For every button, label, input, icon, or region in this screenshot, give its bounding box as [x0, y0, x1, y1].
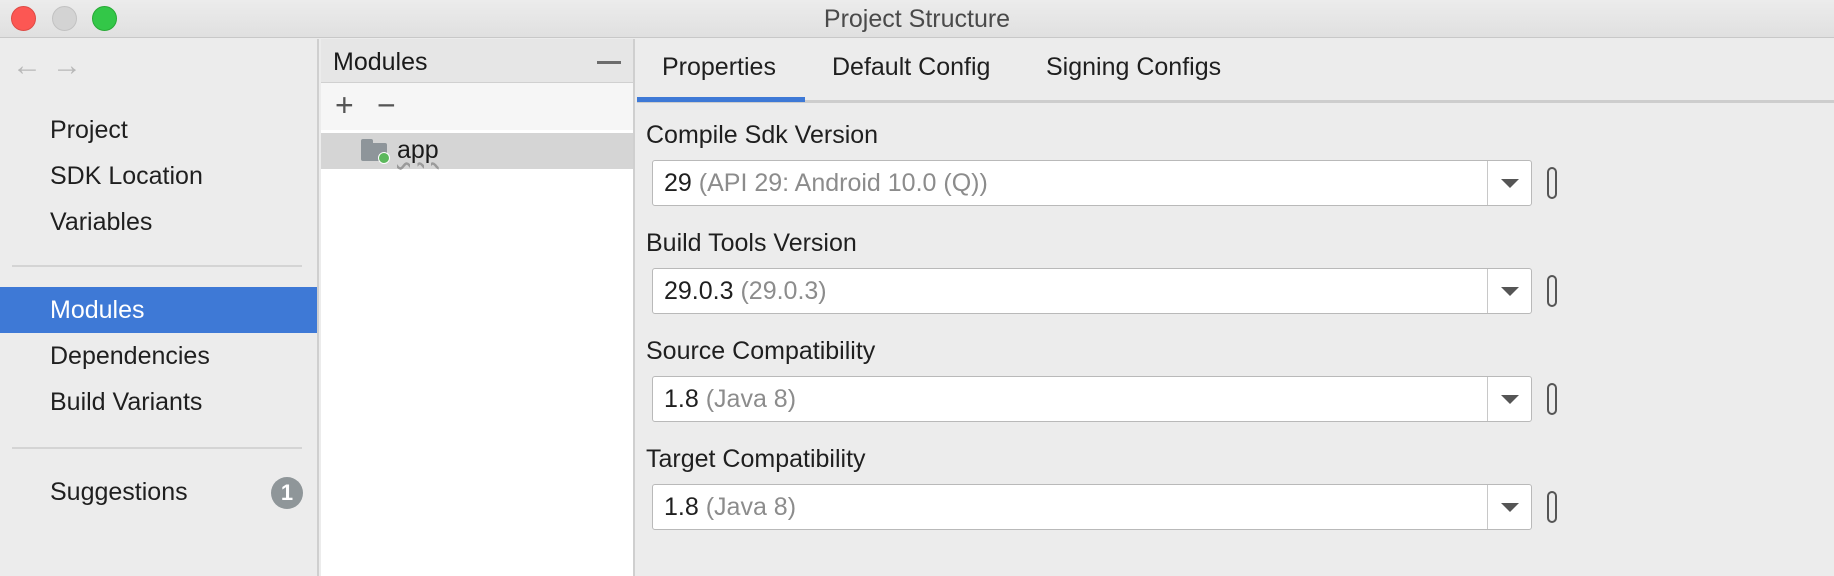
- sidebar-item-variables[interactable]: Variables: [0, 199, 317, 245]
- combo-value: 1.8: [664, 385, 699, 413]
- build-tools-version-combo[interactable]: 29.0.3 (29.0.3): [652, 268, 1532, 314]
- sidebar-item-modules[interactable]: Modules: [0, 287, 317, 333]
- modules-toolbar: + −: [321, 83, 633, 130]
- target-compatibility-combo[interactable]: 1.8 (Java 8): [652, 484, 1532, 530]
- variable-link-icon[interactable]: [1547, 167, 1557, 199]
- sidebar-divider: [12, 447, 302, 449]
- sidebar-item-sdk-location[interactable]: SDK Location: [0, 153, 317, 199]
- tab-default-config[interactable]: Default Config: [832, 53, 990, 82]
- remove-module-button[interactable]: −: [377, 89, 396, 121]
- chevron-down-icon[interactable]: [1487, 377, 1531, 421]
- properties-pane: Properties Default Config Signing Config…: [637, 39, 1834, 576]
- target-compatibility-label: Target Compatibility: [646, 445, 866, 473]
- add-module-button[interactable]: +: [335, 89, 354, 121]
- sidebar-item-label: Suggestions: [50, 478, 188, 506]
- modules-panel: Modules + − app: [321, 39, 635, 576]
- sidebar-item-dependencies[interactable]: Dependencies: [0, 333, 317, 379]
- chevron-down-icon[interactable]: [1487, 269, 1531, 313]
- sidebar-divider: [12, 265, 302, 267]
- nav-arrows: ← →: [12, 49, 92, 83]
- title-bar: Project Structure: [0, 0, 1834, 38]
- modules-header: Modules: [321, 39, 633, 83]
- source-compatibility-combo[interactable]: 1.8 (Java 8): [652, 376, 1532, 422]
- combo-hint: (Java 8): [705, 385, 797, 413]
- active-tab-indicator: [637, 97, 805, 102]
- build-tools-version-label: Build Tools Version: [646, 229, 857, 257]
- collapse-panel-icon[interactable]: [597, 61, 621, 64]
- variable-link-icon[interactable]: [1547, 383, 1557, 415]
- chevron-down-icon[interactable]: [1487, 485, 1531, 529]
- module-name: app: [397, 136, 439, 164]
- variable-link-icon[interactable]: [1547, 275, 1557, 307]
- combo-value: 29: [664, 169, 692, 197]
- tab-signing-configs[interactable]: Signing Configs: [1046, 53, 1221, 82]
- suggestions-count-badge: 1: [271, 477, 303, 509]
- compile-sdk-version-label: Compile Sdk Version: [646, 121, 879, 149]
- modules-title: Modules: [333, 48, 428, 76]
- forward-arrow-icon[interactable]: →: [52, 49, 92, 83]
- combo-value: 1.8: [664, 493, 699, 521]
- combo-value: 29.0.3: [664, 277, 734, 305]
- back-arrow-icon[interactable]: ←: [12, 49, 52, 83]
- combo-hint: (Java 8): [705, 493, 797, 521]
- compile-sdk-version-combo[interactable]: 29 (API 29: Android 10.0 (Q)): [652, 160, 1532, 206]
- source-compatibility-label: Source Compatibility: [646, 337, 876, 365]
- sidebar: ← → Project SDK Location Variables Module…: [0, 39, 319, 576]
- tab-bar: Properties Default Config Signing Config…: [637, 39, 1834, 103]
- module-folder-icon: [361, 139, 390, 164]
- combo-hint: (API 29: Android 10.0 (Q)): [698, 169, 988, 197]
- sidebar-item-project[interactable]: Project: [0, 107, 317, 153]
- chevron-down-icon[interactable]: [1487, 161, 1531, 205]
- module-list-item[interactable]: app: [321, 133, 633, 169]
- sidebar-item-suggestions[interactable]: Suggestions 1: [0, 469, 317, 515]
- sidebar-item-build-variants[interactable]: Build Variants: [0, 379, 317, 425]
- window-title: Project Structure: [823, 5, 1011, 33]
- combo-hint: (29.0.3): [740, 277, 827, 305]
- variable-link-icon[interactable]: [1547, 491, 1557, 523]
- tab-properties[interactable]: Properties: [662, 53, 776, 82]
